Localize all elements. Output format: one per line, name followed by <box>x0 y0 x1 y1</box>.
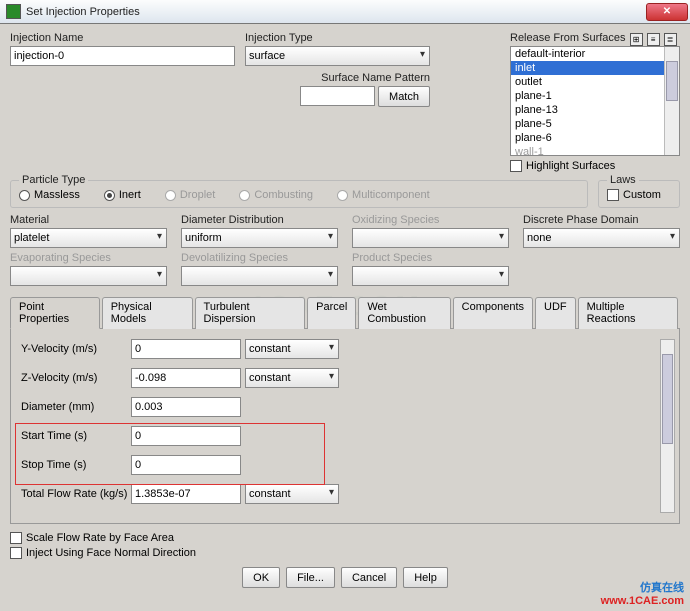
list-item[interactable]: outlet <box>511 75 679 89</box>
scrollbar[interactable] <box>664 47 679 155</box>
start-label: Start Time (s) <box>21 430 131 442</box>
laws-group: Laws Custom <box>598 180 680 208</box>
stop-label: Stop Time (s) <box>21 459 131 471</box>
domain-label: Discrete Phase Domain <box>523 214 680 226</box>
file-button[interactable]: File... <box>286 567 335 588</box>
cancel-button[interactable]: Cancel <box>341 567 397 588</box>
injection-type-select[interactable]: surface <box>245 46 430 66</box>
tab-parcel[interactable]: Parcel <box>307 297 356 329</box>
tab-content: Y-Velocity (m/s) constant Z-Velocity (m/s… <box>10 329 680 524</box>
material-select[interactable]: platelet <box>10 228 167 248</box>
domain-select[interactable]: none <box>523 228 680 248</box>
watermark: 仿真在线 www.1CAE.com <box>601 579 684 607</box>
devol-select <box>181 266 338 286</box>
deselect-icon[interactable]: ≣ <box>664 33 677 46</box>
diamdist-label: Diameter Distribution <box>181 214 338 226</box>
content-scrollbar[interactable] <box>660 339 675 513</box>
yvel-mode[interactable]: constant <box>245 339 339 359</box>
list-item[interactable]: plane-13 <box>511 103 679 117</box>
prod-select <box>352 266 509 286</box>
oxid-select <box>352 228 509 248</box>
custom-checkbox[interactable]: Custom <box>607 189 671 201</box>
app-icon <box>6 4 21 19</box>
combusting-radio: Combusting <box>239 189 313 201</box>
surface-pattern-input[interactable] <box>300 86 375 106</box>
release-from-label: Release From Surfaces <box>510 32 626 44</box>
tab-turbulent[interactable]: Turbulent Dispersion <box>195 297 306 329</box>
scale-checkbox[interactable]: Scale Flow Rate by Face Area <box>10 532 680 544</box>
surface-pattern-label: Surface Name Pattern <box>321 72 430 84</box>
diamdist-select[interactable]: uniform <box>181 228 338 248</box>
help-button[interactable]: Help <box>403 567 448 588</box>
titlebar: Set Injection Properties ✕ <box>0 0 690 24</box>
flow-mode[interactable]: constant <box>245 484 339 504</box>
devol-label: Devolatilizing Species <box>181 252 338 264</box>
flow-label: Total Flow Rate (kg/s) <box>21 488 131 500</box>
highlight-checkbox[interactable]: Highlight Surfaces <box>510 160 680 172</box>
tab-point-properties[interactable]: Point Properties <box>10 297 100 329</box>
injection-type-label: Injection Type <box>245 32 430 44</box>
filter-icon[interactable]: ⊞ <box>630 33 643 46</box>
yvel-input[interactable] <box>131 339 241 359</box>
zvel-label: Z-Velocity (m/s) <box>21 372 131 384</box>
prod-label: Product Species <box>352 252 509 264</box>
list-item[interactable]: plane-6 <box>511 131 679 145</box>
flow-input[interactable] <box>131 484 241 504</box>
droplet-radio: Droplet <box>165 189 215 201</box>
material-label: Material <box>10 214 167 226</box>
zvel-input[interactable] <box>131 368 241 388</box>
list-item[interactable]: default-interior <box>511 47 679 61</box>
oxid-label: Oxidizing Species <box>352 214 509 226</box>
tab-physical-models[interactable]: Physical Models <box>102 297 193 329</box>
diam-label: Diameter (mm) <box>21 401 131 413</box>
injection-name-input[interactable] <box>10 46 235 66</box>
inject-checkbox[interactable]: Inject Using Face Normal Direction <box>10 547 680 559</box>
evap-select <box>10 266 167 286</box>
start-input[interactable] <box>131 426 241 446</box>
surfaces-listbox[interactable]: default-interior inlet outlet plane-1 pl… <box>510 46 680 156</box>
inert-radio[interactable]: Inert <box>104 189 141 201</box>
evap-label: Evaporating Species <box>10 252 167 264</box>
select-all-icon[interactable]: ≡ <box>647 33 660 46</box>
tab-wet[interactable]: Wet Combustion <box>358 297 450 329</box>
window-title: Set Injection Properties <box>26 6 140 18</box>
match-button[interactable]: Match <box>378 86 430 107</box>
list-item[interactable]: inlet <box>511 61 679 75</box>
stop-input[interactable] <box>131 455 241 475</box>
massless-radio[interactable]: Massless <box>19 189 80 201</box>
yvel-label: Y-Velocity (m/s) <box>21 343 131 355</box>
ok-button[interactable]: OK <box>242 567 280 588</box>
tab-components[interactable]: Components <box>453 297 533 329</box>
tab-udf[interactable]: UDF <box>535 297 576 329</box>
tab-multiple[interactable]: Multiple Reactions <box>578 297 678 329</box>
particle-type-group: Particle Type Massless Inert Droplet Com… <box>10 180 588 208</box>
list-item[interactable]: plane-5 <box>511 117 679 131</box>
zvel-mode[interactable]: constant <box>245 368 339 388</box>
tab-bar: Point Properties Physical Models Turbule… <box>10 296 680 329</box>
close-button[interactable]: ✕ <box>646 3 688 21</box>
list-item[interactable]: plane-1 <box>511 89 679 103</box>
list-item[interactable]: wall-1 <box>511 145 679 156</box>
diam-input[interactable] <box>131 397 241 417</box>
multicomponent-radio: Multicomponent <box>337 189 430 201</box>
injection-name-label: Injection Name <box>10 32 235 44</box>
